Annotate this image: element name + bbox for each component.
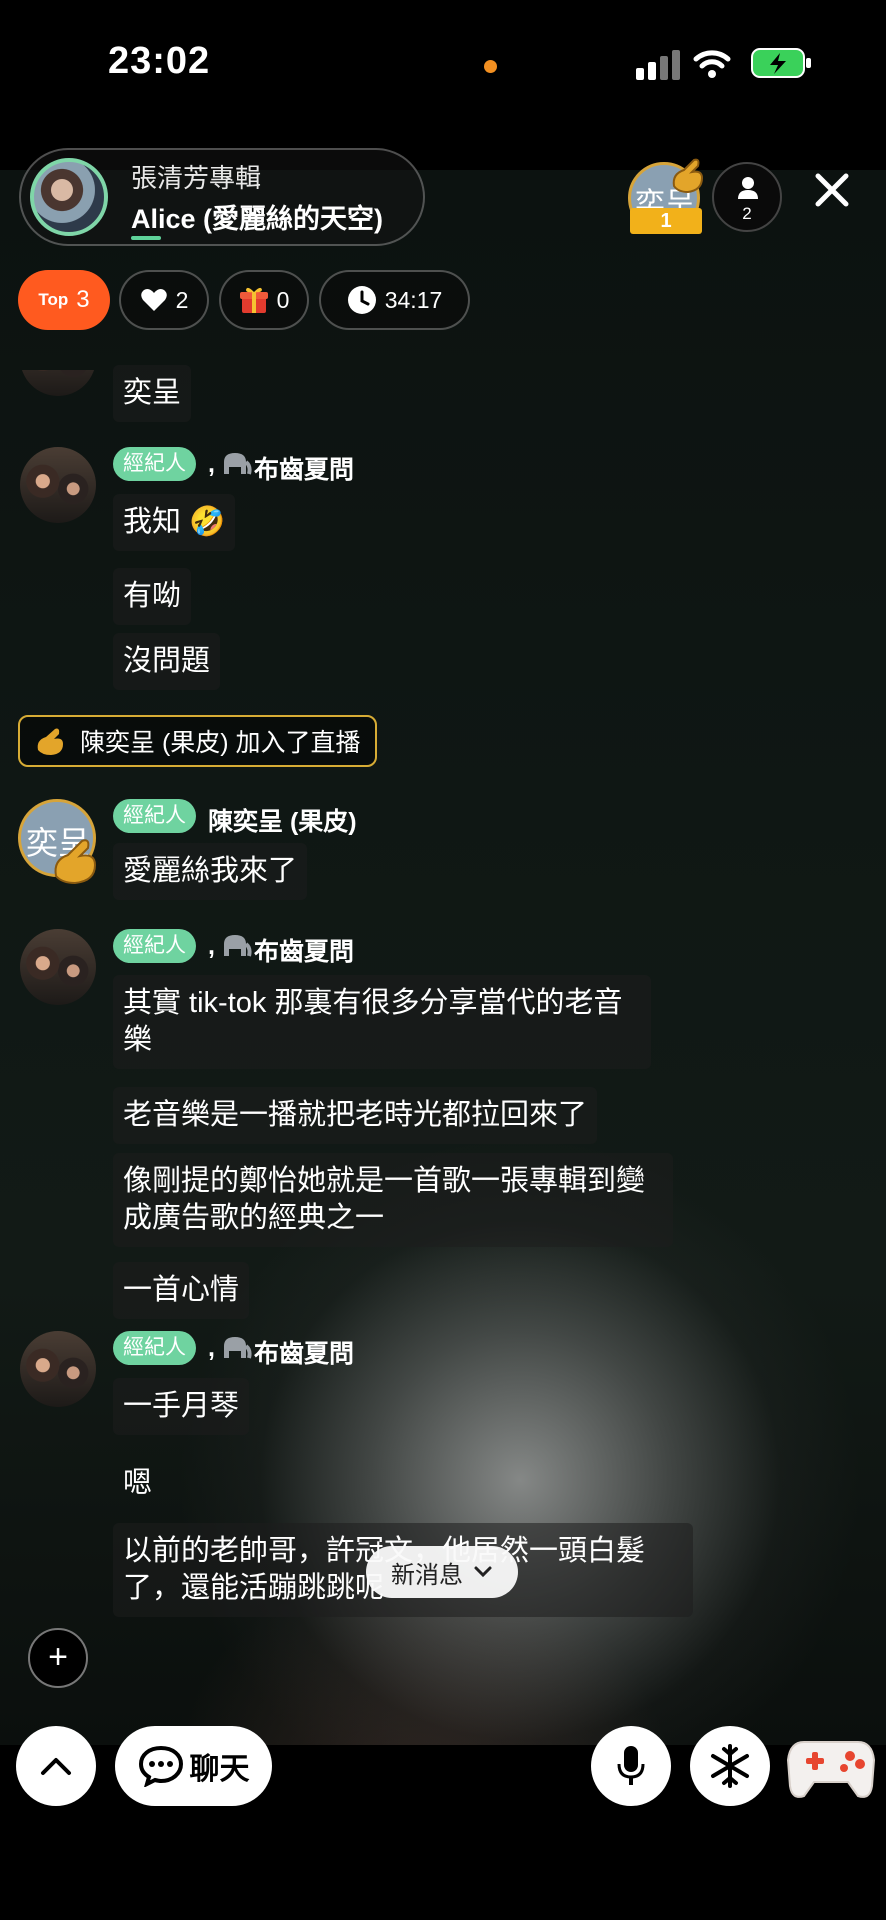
new-messages-label: 新消息 (391, 1561, 463, 1589)
top-value: 3 (76, 286, 90, 313)
host-avatar[interactable] (30, 158, 108, 236)
agent-badge: 經紀人 (113, 1331, 196, 1365)
viewer-count-button[interactable]: 2 (712, 162, 782, 232)
room-name: Alice (愛麗絲的天空) (131, 204, 384, 234)
chat-message: 老音樂是一播就把老時光都拉回來了 (113, 1087, 598, 1144)
chat-button-label: 聊天 (189, 1753, 250, 1786)
top-viewer-rank: 1 (630, 208, 702, 234)
room-name-indicator (131, 236, 161, 240)
join-notice-text: 陳奕呈 (果皮) 加入了直播 (80, 729, 361, 757)
chat-message: 一手月琴 (113, 1378, 250, 1435)
username[interactable]: 布齒夏問 (254, 450, 354, 486)
elephant-icon (224, 935, 252, 957)
user-avatar[interactable] (20, 929, 96, 1005)
mic-indicator (484, 60, 497, 73)
chevron-down-icon (474, 1566, 492, 1578)
microphone-icon (617, 1746, 645, 1785)
gold-hand-icon (54, 839, 97, 885)
likes-chip[interactable]: 2 (119, 270, 209, 330)
chat-message: 沒問題 (113, 633, 221, 690)
heart-icon (140, 289, 167, 311)
elephant-icon (224, 1337, 252, 1359)
chat-button[interactable]: 聊天 (115, 1726, 272, 1806)
agent-badge: 經紀人 (113, 929, 196, 963)
agent-badge: 經紀人 (113, 447, 196, 481)
top-label: Top (38, 290, 69, 309)
viewer-count: 2 (742, 204, 752, 223)
live-timer: 34:17 (384, 286, 443, 313)
chat-message: 像剛提的鄭怡她就是一首歌一張專輯到變成廣告歌的經典之一 (113, 1153, 673, 1247)
chat-message: 我知 🤣 (113, 494, 236, 551)
username[interactable]: 陳奕呈 (果皮) (208, 802, 357, 838)
gift-icon (239, 287, 268, 313)
gifts-chip[interactable]: 0 (219, 270, 309, 330)
user-avatar[interactable] (20, 447, 96, 523)
gold-hand-icon (672, 158, 704, 194)
status-time: 23:02 (108, 40, 211, 82)
join-notice: 陳奕呈 (果皮) 加入了直播 (18, 715, 377, 767)
gifts-count: 0 (276, 286, 290, 313)
expand-up-button[interactable] (16, 1726, 96, 1806)
chat-bubble-icon (138, 1745, 183, 1787)
chevron-up-icon (41, 1758, 71, 1775)
top-rank-chip[interactable]: Top 3 (18, 270, 110, 330)
dynamic-island (302, 26, 584, 108)
chat-message: 愛麗絲我來了 (113, 843, 308, 900)
gold-hand-icon (37, 728, 63, 755)
username[interactable]: 布齒夏問 (254, 932, 354, 968)
new-messages-button[interactable]: 新消息 (366, 1546, 518, 1598)
chat-message: 有呦 (113, 568, 192, 625)
game-controller-icon[interactable] (786, 1730, 876, 1804)
username-separator: , (208, 932, 215, 960)
cellular-signal-icon (636, 50, 680, 80)
microphone-button[interactable] (591, 1726, 671, 1806)
chat-message: 奕呈 (113, 365, 192, 422)
chat-message: 嗯 (123, 1467, 153, 1499)
username[interactable]: 布齒夏問 (254, 1334, 354, 1370)
wifi-icon (693, 50, 731, 78)
username-separator: , (208, 450, 215, 478)
effects-button[interactable] (690, 1726, 770, 1806)
clock-icon (347, 286, 376, 314)
live-timer-chip: 34:17 (319, 270, 470, 330)
close-icon[interactable] (812, 170, 852, 210)
agent-badge: 經紀人 (113, 799, 196, 833)
album-title: 張清芳專輯 (131, 163, 262, 193)
person-icon (738, 177, 758, 199)
add-button[interactable]: + (28, 1628, 88, 1688)
snowflake-icon (711, 1744, 749, 1788)
user-avatar[interactable] (20, 1331, 96, 1407)
battery-charging-icon (751, 48, 811, 78)
chat-message: 其實 tik-tok 那裏有很多分享當代的老音樂 (113, 975, 651, 1069)
chat-message: 一首心情 (113, 1262, 250, 1319)
elephant-icon (224, 453, 252, 475)
likes-count: 2 (175, 286, 189, 313)
username-separator: , (208, 1334, 215, 1362)
